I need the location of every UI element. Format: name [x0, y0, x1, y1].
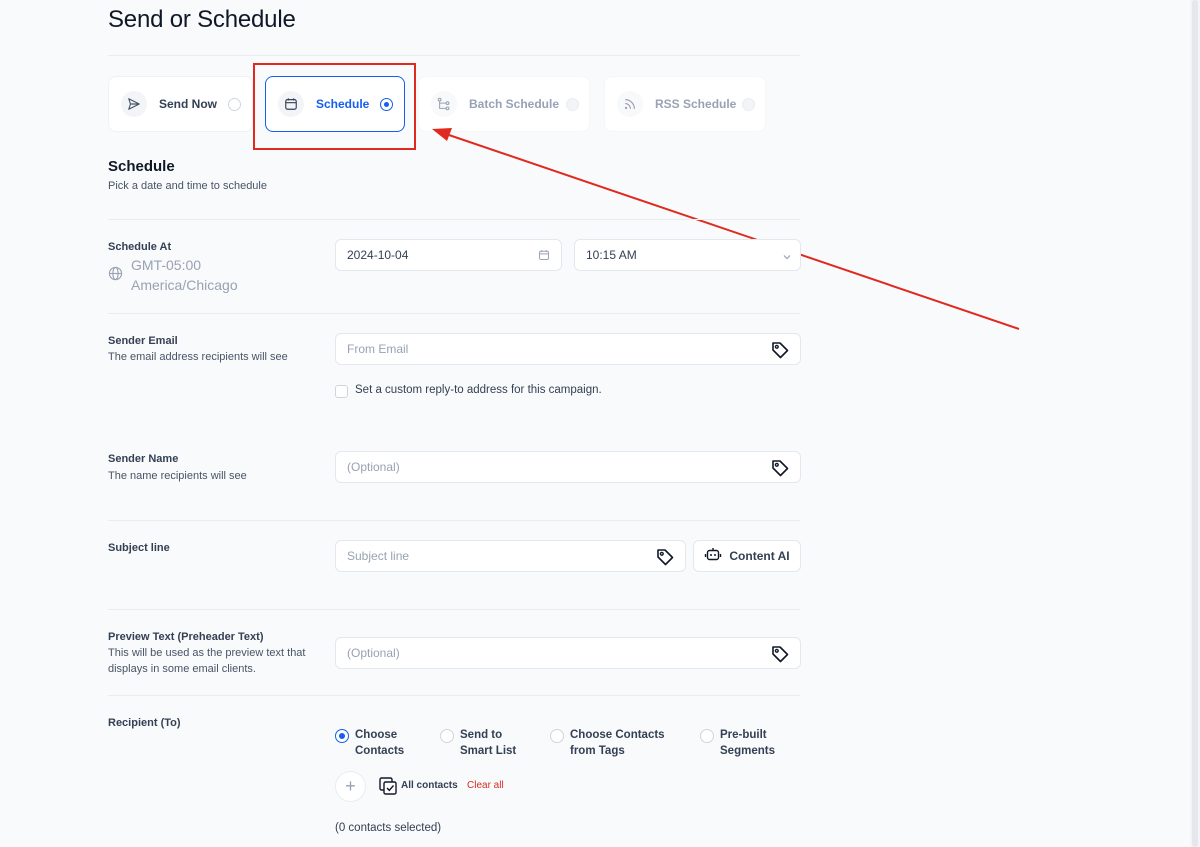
globe-icon: [108, 266, 123, 286]
option-line: Choose: [355, 729, 398, 741]
selected-count: (0 contacts selected): [335, 822, 442, 834]
from-email-placeholder: From Email: [347, 342, 409, 356]
select-all-icon[interactable]: [378, 776, 398, 801]
preview-text-input[interactable]: (Optional): [335, 637, 801, 669]
radio-choose-contacts[interactable]: [335, 729, 349, 743]
preview-text-help: This will be used as the preview text th…: [108, 647, 306, 675]
clear-all-link[interactable]: Clear all: [467, 780, 504, 791]
sender-name-help: The name recipients will see: [108, 470, 247, 482]
divider: [108, 313, 800, 314]
timezone-name: America/Chicago: [131, 277, 238, 293]
radio-tags[interactable]: [550, 729, 564, 743]
recipient-option-tags[interactable]: Choose Contacts from Tags: [570, 727, 665, 759]
subject-line-label: Subject line: [108, 542, 170, 554]
timezone-offset: GMT-05:00: [131, 257, 202, 273]
section-title: Schedule: [108, 158, 175, 175]
divider: [108, 520, 800, 521]
chevron-down-icon: [782, 251, 792, 265]
sender-name-placeholder: (Optional): [347, 460, 400, 474]
preview-text-label: Preview Text (Preheader Text): [108, 631, 264, 643]
add-contacts-button[interactable]: +: [335, 771, 366, 802]
from-email-input[interactable]: From Email: [335, 333, 801, 365]
tag-icon[interactable]: [770, 340, 790, 363]
recipient-option-smart-list[interactable]: Send to Smart List: [460, 727, 516, 759]
reply-to-label: Set a custom reply-to address for this c…: [355, 384, 602, 396]
tag-icon[interactable]: [655, 547, 675, 570]
option-line: Segments: [720, 745, 775, 757]
radio-segments[interactable]: [700, 729, 714, 743]
tag-icon[interactable]: [770, 644, 790, 667]
divider: [108, 219, 800, 220]
scrollbar-thumb[interactable]: [1192, 0, 1198, 847]
recipient-option-segments[interactable]: Pre-built Segments: [720, 727, 775, 759]
sender-email-label: Sender Email: [108, 335, 178, 347]
content-ai-button[interactable]: Content AI: [693, 540, 801, 572]
sender-name-input[interactable]: (Optional): [335, 451, 801, 483]
plus-icon: +: [345, 776, 356, 796]
divider: [108, 609, 800, 610]
date-picker[interactable]: 2024-10-04: [335, 239, 562, 271]
option-line: Pre-built: [720, 729, 767, 741]
time-value: 10:15 AM: [586, 248, 637, 262]
option-line: Choose Contacts: [570, 729, 665, 741]
radio-smart-list[interactable]: [440, 729, 454, 743]
subject-line-placeholder: Subject line: [347, 549, 410, 563]
option-line: from Tags: [570, 745, 625, 757]
content-ai-label: Content AI: [729, 549, 790, 563]
time-select[interactable]: 10:15 AM: [574, 239, 801, 271]
date-value: 2024-10-04: [347, 248, 409, 262]
subject-line-input[interactable]: Subject line: [335, 540, 686, 572]
option-line: Contacts: [355, 745, 405, 757]
divider: [108, 695, 800, 696]
section-subtitle: Pick a date and time to schedule: [108, 180, 267, 192]
option-line: Smart List: [460, 745, 517, 757]
all-contacts-label[interactable]: All contacts: [401, 780, 458, 791]
reply-to-checkbox[interactable]: [335, 385, 348, 398]
option-line: Send to: [460, 729, 503, 741]
sender-email-help: The email address recipients will see: [108, 351, 288, 363]
calendar-icon: [538, 249, 550, 264]
recipient-option-choose-contacts[interactable]: Choose Contacts: [355, 727, 404, 759]
schedule-at-label: Schedule At: [108, 241, 172, 253]
robot-icon: [704, 547, 722, 566]
recipient-label: Recipient (To): [108, 717, 181, 729]
tag-icon[interactable]: [770, 458, 790, 481]
preview-text-placeholder: (Optional): [347, 646, 400, 660]
sender-name-label: Sender Name: [108, 453, 179, 465]
